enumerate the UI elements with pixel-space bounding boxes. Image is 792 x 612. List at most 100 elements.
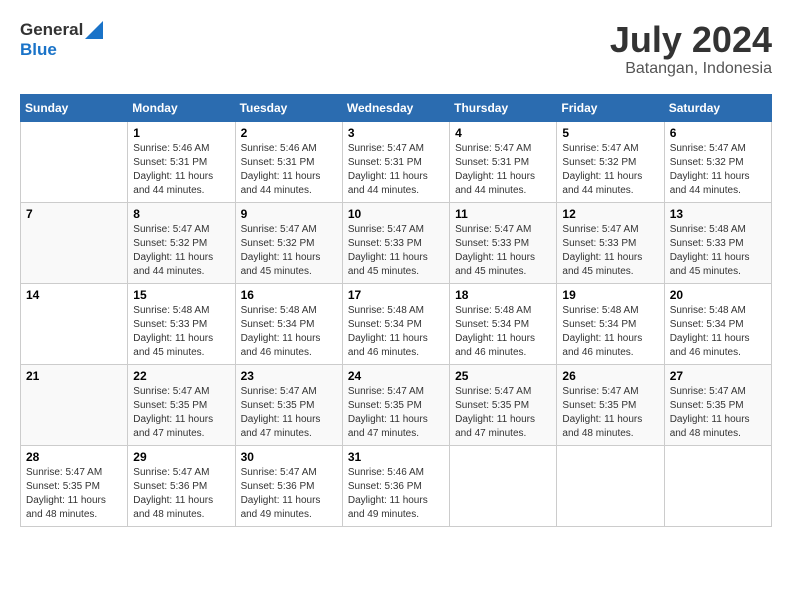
day-info: Sunrise: 5:47 AM Sunset: 5:36 PM Dayligh… [133, 466, 229, 522]
day-number: 18 [455, 288, 551, 302]
location-subtitle: Batangan, Indonesia [610, 60, 772, 78]
day-info: Sunrise: 5:48 AM Sunset: 5:34 PM Dayligh… [241, 304, 337, 360]
calendar-cell: 14 [21, 283, 128, 364]
calendar-cell: 30 Sunrise: 5:47 AM Sunset: 5:36 PM Dayli… [235, 445, 342, 526]
day-info: Sunrise: 5:48 AM Sunset: 5:33 PM Dayligh… [133, 304, 229, 360]
calendar-cell: 4 Sunrise: 5:47 AM Sunset: 5:31 PM Daylig… [450, 121, 557, 202]
calendar-cell: 8 Sunrise: 5:47 AM Sunset: 5:32 PM Daylig… [128, 202, 235, 283]
col-monday: Monday [128, 94, 235, 121]
day-number: 16 [241, 288, 337, 302]
day-info: Sunrise: 5:47 AM Sunset: 5:35 PM Dayligh… [670, 385, 766, 441]
day-number: 22 [133, 369, 229, 383]
day-info: Sunrise: 5:46 AM Sunset: 5:36 PM Dayligh… [348, 466, 444, 522]
calendar-week-row: 1 Sunrise: 5:46 AM Sunset: 5:31 PM Daylig… [21, 121, 772, 202]
day-info: Sunrise: 5:46 AM Sunset: 5:31 PM Dayligh… [241, 142, 337, 198]
day-info: Sunrise: 5:47 AM Sunset: 5:32 PM Dayligh… [562, 142, 658, 198]
calendar-cell: 25Sunrise: 5:47 AM Sunset: 5:35 PM Dayli… [450, 364, 557, 445]
day-info: Sunrise: 5:46 AM Sunset: 5:31 PM Dayligh… [133, 142, 229, 198]
day-info: Sunrise: 5:47 AM Sunset: 5:35 PM Dayligh… [562, 385, 658, 441]
calendar-cell: 1 Sunrise: 5:46 AM Sunset: 5:31 PM Daylig… [128, 121, 235, 202]
day-info: Sunrise: 5:47 AM Sunset: 5:35 PM Dayligh… [133, 385, 229, 441]
day-info: Sunrise: 5:47 AM Sunset: 5:35 PM Dayligh… [348, 385, 444, 441]
logo-arrow-icon [85, 21, 103, 39]
day-number: 20 [670, 288, 766, 302]
day-number: 10 [348, 207, 444, 221]
day-number: 5 [562, 126, 658, 140]
calendar-cell: 12 Sunrise: 5:47 AM Sunset: 5:33 PM Dayli… [557, 202, 664, 283]
day-info: Sunrise: 5:47 AM Sunset: 5:33 PM Dayligh… [348, 223, 444, 279]
calendar-cell: 22 Sunrise: 5:47 AM Sunset: 5:35 PM Dayli… [128, 364, 235, 445]
day-number: 13 [670, 207, 766, 221]
calendar-cell: 20 Sunrise: 5:48 AM Sunset: 5:34 PM Dayli… [664, 283, 771, 364]
calendar-cell [664, 445, 771, 526]
day-number: 4 [455, 126, 551, 140]
day-number: 8 [133, 207, 229, 221]
day-number: 23 [241, 369, 337, 383]
day-number: 2 [241, 126, 337, 140]
day-number: 17 [348, 288, 444, 302]
day-info: Sunrise: 5:47 AM Sunset: 5:36 PM Dayligh… [241, 466, 337, 522]
day-number: 31 [348, 450, 444, 464]
calendar-week-row: 28Sunrise: 5:47 AM Sunset: 5:35 PM Dayli… [21, 445, 772, 526]
calendar-cell: 6Sunrise: 5:47 AM Sunset: 5:32 PM Daylig… [664, 121, 771, 202]
calendar-cell: 10 Sunrise: 5:47 AM Sunset: 5:33 PM Dayli… [342, 202, 449, 283]
day-number: 19 [562, 288, 658, 302]
day-info: Sunrise: 5:47 AM Sunset: 5:35 PM Dayligh… [241, 385, 337, 441]
calendar-cell: 26 Sunrise: 5:47 AM Sunset: 5:35 PM Dayli… [557, 364, 664, 445]
col-thursday: Thursday [450, 94, 557, 121]
logo-text-general: General [20, 20, 83, 40]
day-number: 7 [26, 207, 122, 221]
day-info: Sunrise: 5:48 AM Sunset: 5:33 PM Dayligh… [670, 223, 766, 279]
header-row: Sunday Monday Tuesday Wednesday Thursday… [21, 94, 772, 121]
calendar-cell: 29 Sunrise: 5:47 AM Sunset: 5:36 PM Dayli… [128, 445, 235, 526]
day-info: Sunrise: 5:47 AM Sunset: 5:35 PM Dayligh… [455, 385, 551, 441]
calendar-cell: 13 Sunrise: 5:48 AM Sunset: 5:33 PM Dayli… [664, 202, 771, 283]
calendar-week-row: 21 22 Sunrise: 5:47 AM Sunset: 5:35 PM Day… [21, 364, 772, 445]
calendar-table: Sunday Monday Tuesday Wednesday Thursday… [20, 94, 772, 527]
calendar-cell: 9 Sunrise: 5:47 AM Sunset: 5:32 PM Daylig… [235, 202, 342, 283]
day-number: 30 [241, 450, 337, 464]
day-number: 26 [562, 369, 658, 383]
day-info: Sunrise: 5:47 AM Sunset: 5:32 PM Dayligh… [670, 142, 766, 198]
day-info: Sunrise: 5:48 AM Sunset: 5:34 PM Dayligh… [348, 304, 444, 360]
calendar-week-row: 14 15 Sunrise: 5:48 AM Sunset: 5:33 PM Day… [21, 283, 772, 364]
calendar-cell: 18 Sunrise: 5:48 AM Sunset: 5:34 PM Dayli… [450, 283, 557, 364]
calendar-week-row: 78 Sunrise: 5:47 AM Sunset: 5:32 PM Dayli… [21, 202, 772, 283]
calendar-cell [21, 121, 128, 202]
calendar-cell: 16 Sunrise: 5:48 AM Sunset: 5:34 PM Dayli… [235, 283, 342, 364]
day-number: 14 [26, 288, 122, 302]
day-number: 3 [348, 126, 444, 140]
col-tuesday: Tuesday [235, 94, 342, 121]
day-info: Sunrise: 5:47 AM Sunset: 5:33 PM Dayligh… [562, 223, 658, 279]
day-number: 29 [133, 450, 229, 464]
day-number: 15 [133, 288, 229, 302]
day-number: 27 [670, 369, 766, 383]
col-friday: Friday [557, 94, 664, 121]
day-info: Sunrise: 5:48 AM Sunset: 5:34 PM Dayligh… [562, 304, 658, 360]
day-number: 11 [455, 207, 551, 221]
calendar-cell: 31 Sunrise: 5:46 AM Sunset: 5:36 PM Dayli… [342, 445, 449, 526]
day-info: Sunrise: 5:47 AM Sunset: 5:32 PM Dayligh… [241, 223, 337, 279]
day-number: 12 [562, 207, 658, 221]
day-info: Sunrise: 5:47 AM Sunset: 5:35 PM Dayligh… [26, 466, 122, 522]
calendar-cell: 28Sunrise: 5:47 AM Sunset: 5:35 PM Dayli… [21, 445, 128, 526]
calendar-cell: 11Sunrise: 5:47 AM Sunset: 5:33 PM Dayli… [450, 202, 557, 283]
calendar-cell: 2 Sunrise: 5:46 AM Sunset: 5:31 PM Daylig… [235, 121, 342, 202]
day-number: 9 [241, 207, 337, 221]
calendar-cell: 3Sunrise: 5:47 AM Sunset: 5:31 PM Daylig… [342, 121, 449, 202]
logo-text-blue: Blue [20, 40, 103, 60]
day-number: 1 [133, 126, 229, 140]
logo: General Blue [20, 20, 103, 61]
calendar-cell: 24Sunrise: 5:47 AM Sunset: 5:35 PM Dayli… [342, 364, 449, 445]
page-header: General Blue July 2024 Batangan, Indones… [20, 20, 772, 78]
day-info: Sunrise: 5:47 AM Sunset: 5:32 PM Dayligh… [133, 223, 229, 279]
day-info: Sunrise: 5:47 AM Sunset: 5:31 PM Dayligh… [455, 142, 551, 198]
col-saturday: Saturday [664, 94, 771, 121]
calendar-cell: 21 [21, 364, 128, 445]
calendar-cell: 23 Sunrise: 5:47 AM Sunset: 5:35 PM Dayli… [235, 364, 342, 445]
day-info: Sunrise: 5:48 AM Sunset: 5:34 PM Dayligh… [455, 304, 551, 360]
day-number: 21 [26, 369, 122, 383]
day-info: Sunrise: 5:48 AM Sunset: 5:34 PM Dayligh… [670, 304, 766, 360]
calendar-cell [557, 445, 664, 526]
calendar-cell: 15 Sunrise: 5:48 AM Sunset: 5:33 PM Dayli… [128, 283, 235, 364]
